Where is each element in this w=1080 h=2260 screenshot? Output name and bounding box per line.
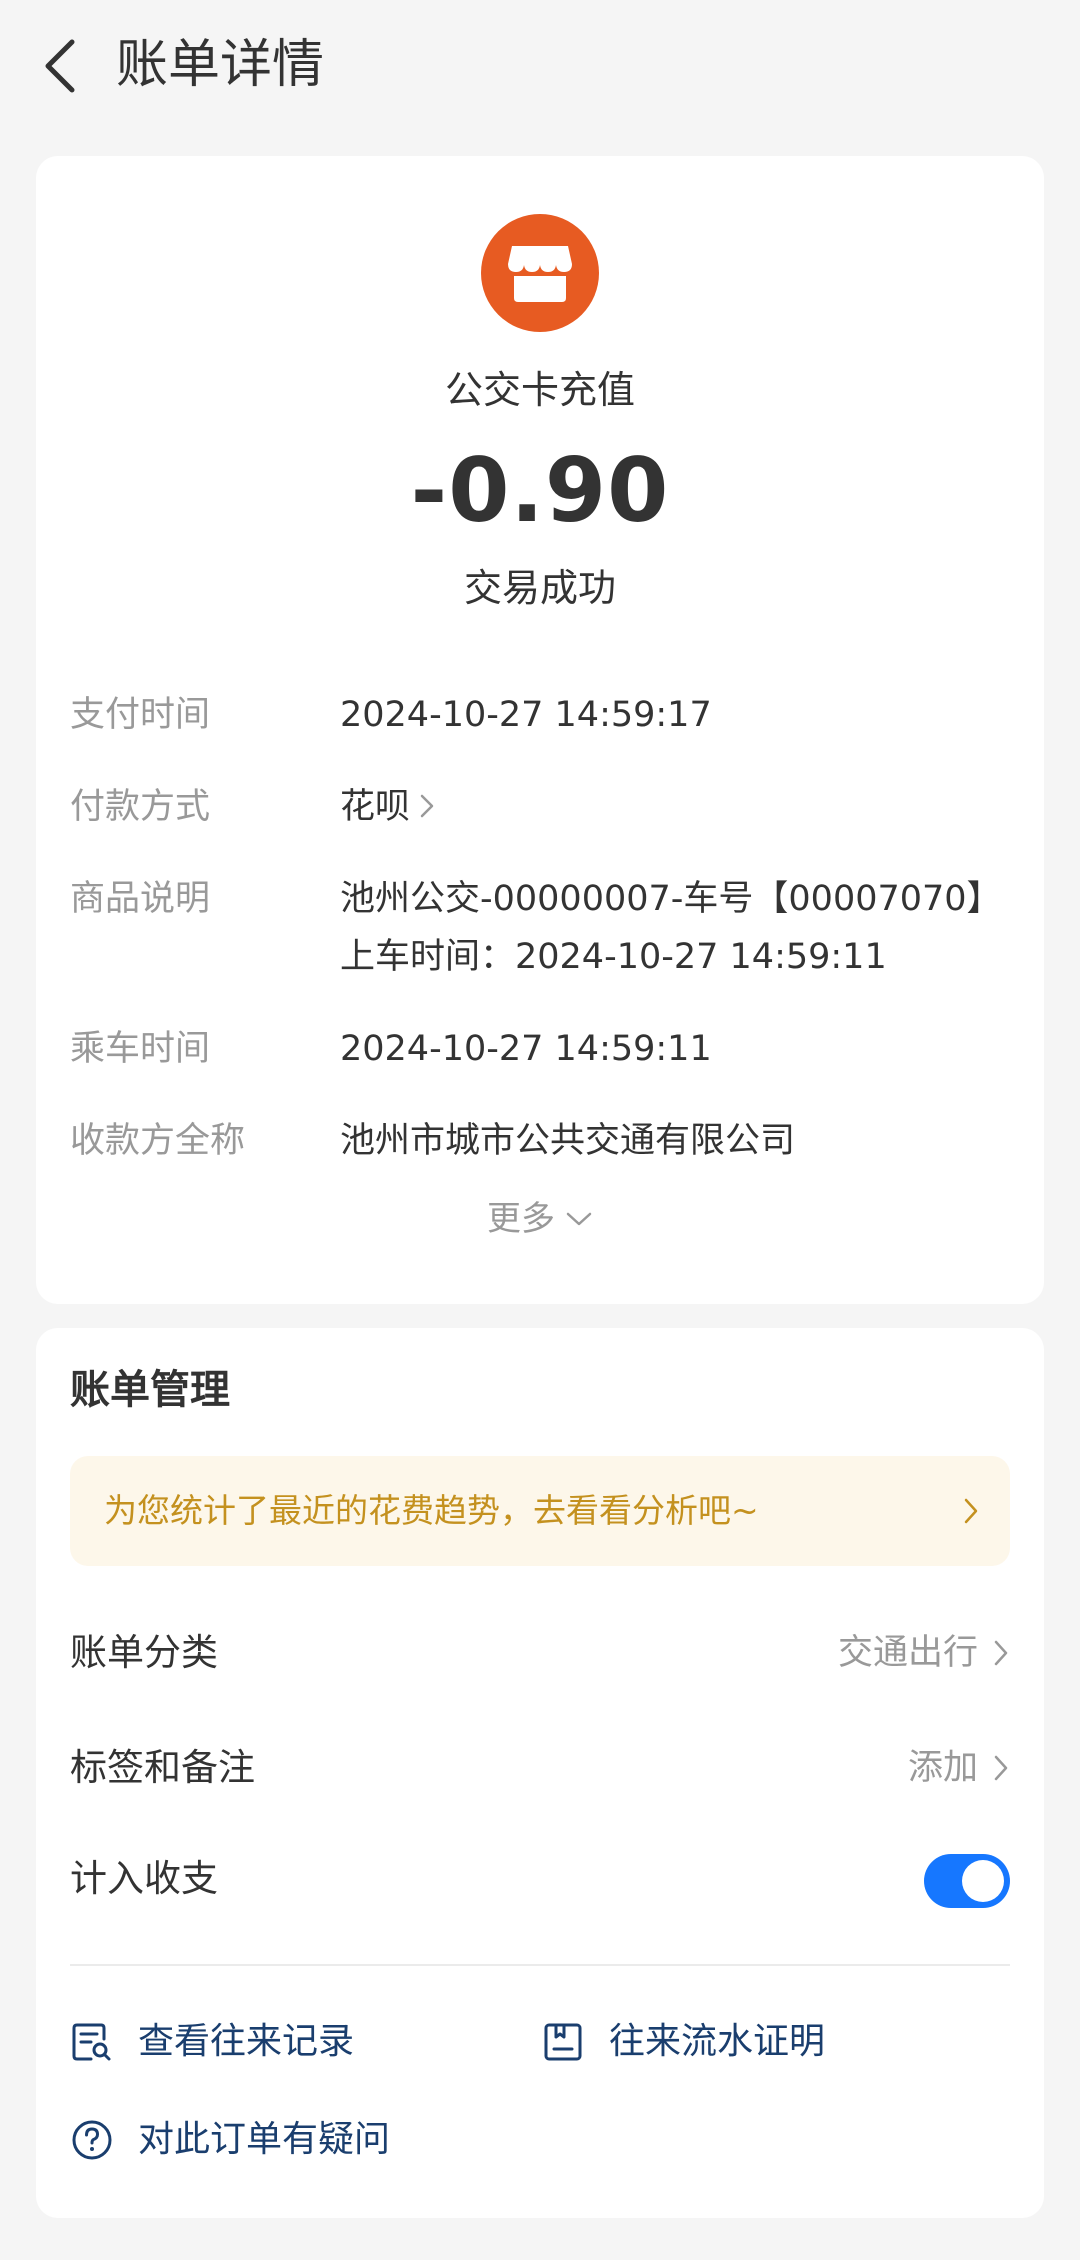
link-text: 往来流水证明 — [609, 2021, 826, 2062]
chevron-right-icon — [994, 1755, 1008, 1781]
merchant-name: 公交卡充值 — [444, 368, 635, 412]
setting-label: 计入收支 — [70, 1857, 218, 1900]
more-label: 更多 — [487, 1199, 555, 1239]
detail-value: 池州公交-00000007-车号【00007070】上车时间：2024-10-2… — [340, 879, 1002, 977]
link-icon-wrap — [70, 2118, 114, 2162]
transaction-status: 交易成功 — [463, 566, 616, 610]
include-in-stats-toggle[interactable] — [924, 1854, 1010, 1908]
view-history-link[interactable]: 查看往来记录 — [70, 2012, 354, 2072]
setting-value: 添加 — [907, 1748, 978, 1788]
storefront-icon — [508, 246, 572, 302]
section-title: 账单管理 — [70, 1367, 230, 1413]
back-button[interactable] — [30, 28, 90, 104]
tip-text: 为您统计了最近的花费趋势，去看看分析吧~ — [104, 1491, 759, 1530]
divider — [70, 1964, 1010, 1966]
detail-label: 收款方全称 — [70, 1121, 246, 1161]
tags-notes-row[interactable]: 标签和备注 添加 — [70, 1733, 1010, 1803]
detail-value: 池州市城市公共交通有限公司 — [340, 1121, 796, 1161]
detail-list: 支付时间 2024-10-27 14:59:17 付款方式 花呗 商品说明 池州… — [70, 686, 1010, 1170]
bookmark-document-icon — [544, 2023, 582, 2061]
link-text: 查看往来记录 — [138, 2021, 355, 2062]
header-bar: 账单详情 — [0, 0, 1080, 130]
setting-value-wrap: 交通出行 — [838, 1624, 1010, 1682]
detail-row-payee: 收款方全称 池州市城市公共交通有限公司 — [70, 1112, 1010, 1170]
merchant-logo — [481, 214, 599, 332]
document-search-icon — [72, 2023, 111, 2061]
question-circle-icon — [72, 2120, 112, 2160]
bill-category-row[interactable]: 账单分类 交通出行 — [70, 1618, 1010, 1688]
order-question-link[interactable]: 对此订单有疑问 — [70, 2110, 390, 2170]
detail-value: 2024-10-27 14:59:11 — [340, 1029, 712, 1069]
toggle-knob — [962, 1860, 1004, 1902]
detail-label: 付款方式 — [70, 787, 211, 827]
link-icon-wrap — [541, 2020, 585, 2064]
spending-trend-tip[interactable]: 为您统计了最近的花费趋势，去看看分析吧~ — [70, 1456, 1010, 1566]
setting-label: 账单分类 — [70, 1631, 218, 1674]
chevron-down-icon — [566, 1212, 592, 1225]
detail-row-pay-time: 支付时间 2024-10-27 14:59:17 — [70, 686, 1010, 744]
link-text: 对此订单有疑问 — [138, 2119, 391, 2160]
detail-row-description: 商品说明 池州公交-00000007-车号【00007070】上车时间：2024… — [70, 870, 1010, 986]
more-button[interactable]: 更多 — [36, 1194, 1044, 1244]
link-icon-wrap — [70, 2020, 114, 2064]
detail-value: 花呗 — [340, 787, 411, 827]
bill-manage-card: 账单管理 为您统计了最近的花费趋势，去看看分析吧~ 账单分类 交通出行 标签和备… — [36, 1328, 1044, 2218]
include-in-stats-row: 计入收支 — [70, 1844, 1010, 1914]
setting-label: 标签和备注 — [70, 1746, 255, 1789]
page-title: 账单详情 — [116, 35, 325, 95]
transaction-amount: -0.90 — [410, 439, 670, 542]
setting-value: 交通出行 — [837, 1633, 978, 1673]
detail-label: 乘车时间 — [70, 1029, 211, 1069]
detail-value-wrap: 花呗 — [340, 778, 1010, 836]
chevron-right-icon — [994, 1640, 1008, 1666]
bill-detail-card: 公交卡充值 -0.90 交易成功 支付时间 2024-10-27 14:59:1… — [36, 156, 1044, 1304]
detail-row-ride-time: 乘车时间 2024-10-27 14:59:11 — [70, 1020, 1010, 1078]
setting-value-wrap: 添加 — [908, 1739, 1010, 1797]
detail-label: 商品说明 — [70, 879, 211, 919]
transaction-proof-link[interactable]: 往来流水证明 — [541, 2012, 825, 2072]
detail-value: 2024-10-27 14:59:17 — [340, 695, 712, 735]
detail-label: 支付时间 — [70, 695, 211, 735]
chevron-right-icon — [964, 1498, 978, 1524]
back-arrow-icon — [45, 39, 75, 93]
chevron-right-icon — [420, 794, 434, 818]
detail-row-pay-method[interactable]: 付款方式 花呗 — [70, 778, 1010, 836]
